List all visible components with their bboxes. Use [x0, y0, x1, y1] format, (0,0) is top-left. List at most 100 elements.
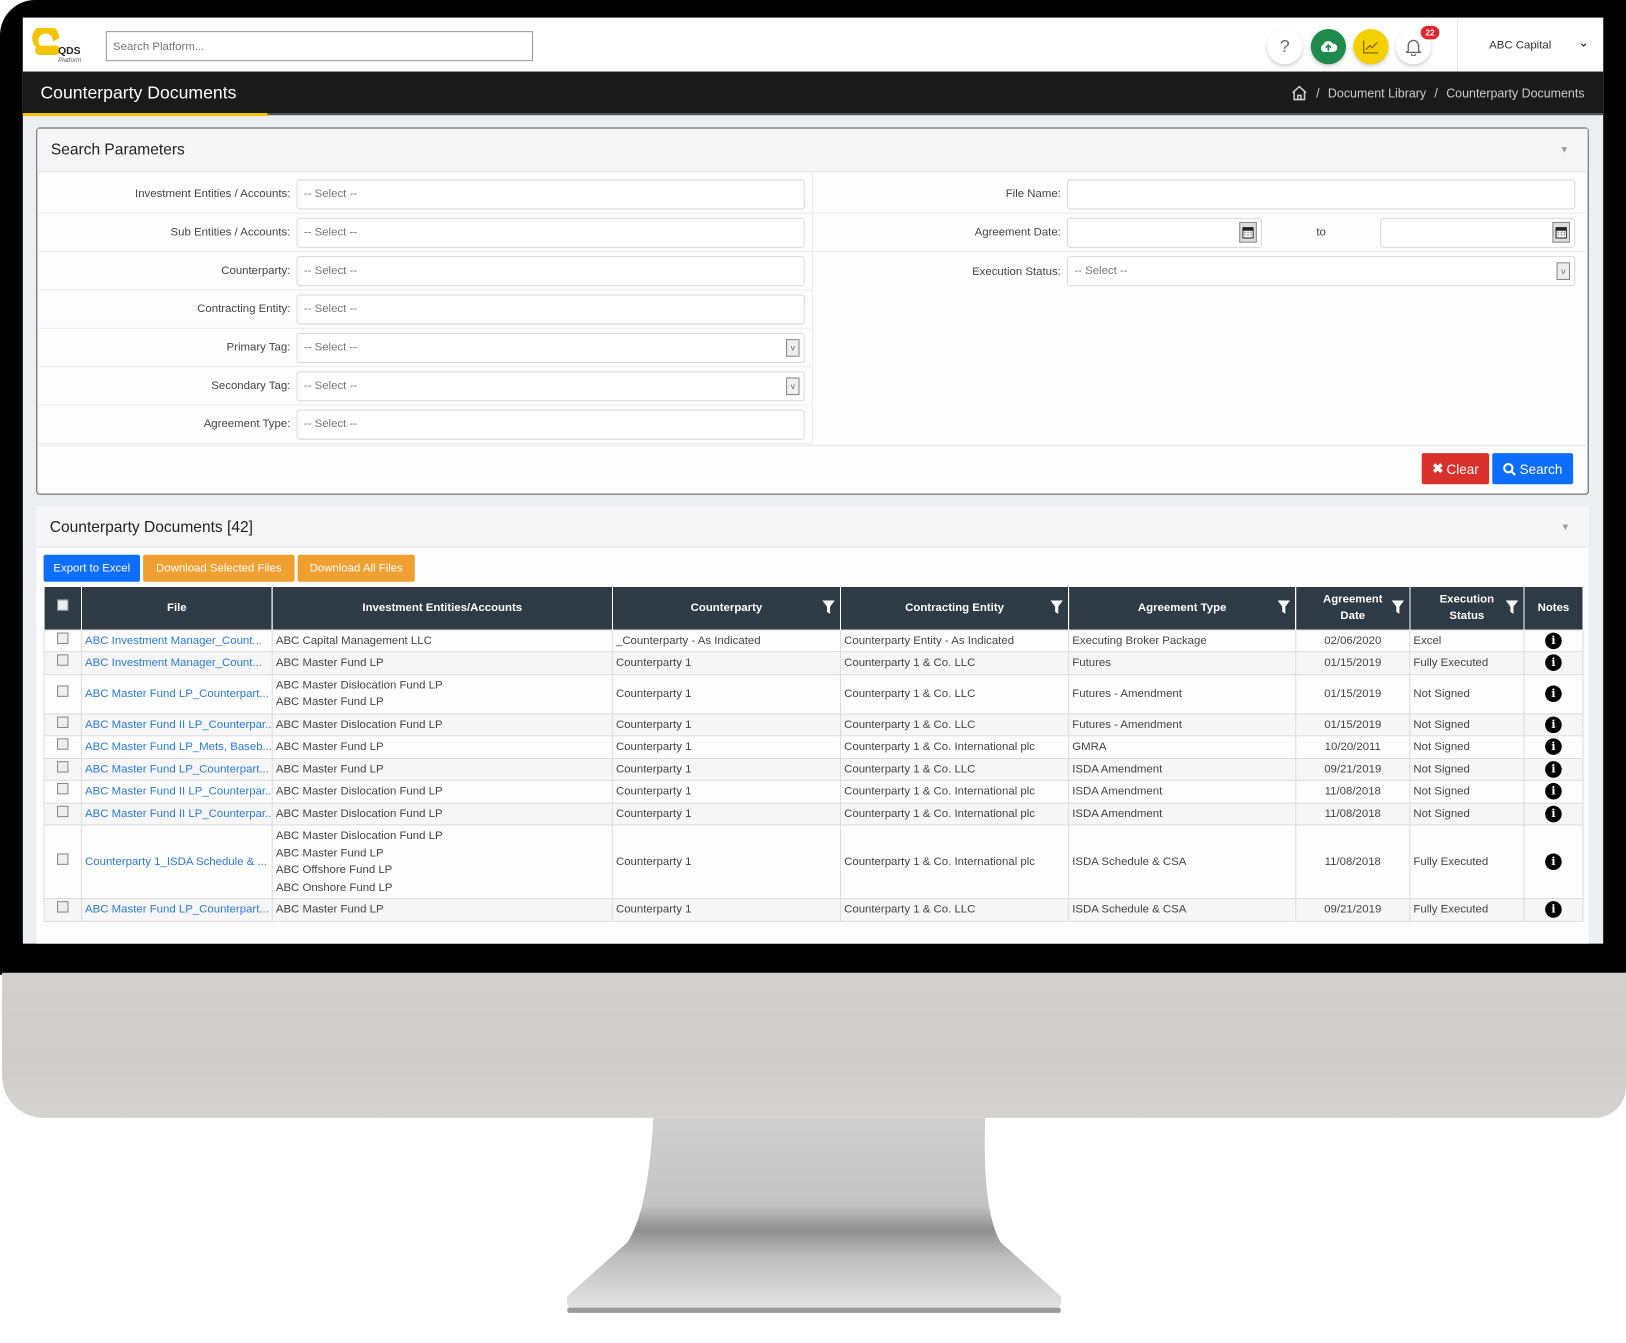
collapse-caret-icon[interactable]: ▼: [1561, 522, 1570, 532]
filter-select[interactable]: -- Select -- v: [296, 332, 805, 363]
chevron-down-icon[interactable]: v: [1556, 262, 1571, 280]
execution-status-select[interactable]: -- Select -- v: [1067, 256, 1576, 287]
filter-icon[interactable]: [1505, 600, 1519, 614]
notes-cell: i: [1523, 824, 1584, 900]
row-checkbox[interactable]: [57, 716, 69, 728]
info-icon[interactable]: i: [1545, 716, 1562, 733]
file-name-input[interactable]: [1067, 178, 1576, 209]
filter-select[interactable]: -- Select --: [296, 293, 805, 325]
agreement-date-to-input[interactable]: [1380, 217, 1576, 248]
file-link[interactable]: Counterparty 1_ISDA Schedule & ...: [80, 824, 273, 900]
table-row[interactable]: ABC Master Fund LP_Counterpart... ABC Ma…: [43, 673, 1584, 714]
filter-icon[interactable]: [822, 600, 835, 614]
info-icon[interactable]: i: [1545, 782, 1562, 800]
row-checkbox[interactable]: [57, 685, 69, 697]
file-link[interactable]: ABC Master Fund II LP_Counterpar...: [80, 779, 273, 804]
select-value: -- Select --: [303, 340, 358, 354]
agreement-type-cell: Futures - Amendment: [1068, 673, 1297, 714]
help-button[interactable]: ?: [1267, 29, 1303, 65]
info-icon[interactable]: i: [1545, 685, 1562, 702]
home-icon[interactable]: [1291, 85, 1308, 101]
agreement-date-cell: 01/15/2019: [1295, 673, 1411, 714]
agreement-type-cell: Futures - Amendment: [1068, 712, 1297, 737]
file-link[interactable]: ABC Investment Manager_Count...: [80, 628, 273, 653]
column-header[interactable]: Contracting Entity: [840, 586, 1070, 630]
download-selected-button[interactable]: Download Selected Files: [143, 554, 295, 582]
table-row[interactable]: ABC Master Fund LP_Counterpart... ABC Ma…: [43, 898, 1584, 922]
info-icon[interactable]: i: [1545, 853, 1562, 870]
search-platform-input[interactable]: [105, 31, 534, 62]
export-excel-button[interactable]: Export to Excel: [43, 554, 140, 582]
table-row[interactable]: Counterparty 1_ISDA Schedule & ... ABC M…: [43, 824, 1584, 900]
select-value: -- Select --: [303, 417, 358, 430]
column-header[interactable]: File: [81, 586, 273, 630]
upload-button[interactable]: [1310, 29, 1347, 65]
collapse-caret-icon[interactable]: ▼: [1560, 144, 1569, 154]
table-row[interactable]: ABC Investment Manager_Count... ABC Capi…: [43, 628, 1584, 653]
row-checkbox[interactable]: [57, 805, 69, 817]
table-row[interactable]: ABC Master Fund LP_Mets, Baseb... ABC Ma…: [43, 735, 1584, 759]
calendar-icon[interactable]: [1239, 221, 1257, 243]
file-link[interactable]: ABC Master Fund LP_Counterpart...: [80, 673, 273, 714]
agreement-type-cell: ISDA Schedule & CSA: [1068, 824, 1297, 900]
column-header[interactable]: Agreement Date: [1295, 586, 1411, 630]
filter-select[interactable]: -- Select --: [296, 255, 805, 286]
table-row[interactable]: ABC Master Fund II LP_Counterpar... ABC …: [43, 779, 1584, 804]
table-row[interactable]: ABC Master Fund LP_Counterpart... ABC Ma…: [43, 757, 1584, 781]
info-icon[interactable]: i: [1545, 654, 1562, 671]
info-icon[interactable]: i: [1545, 901, 1562, 918]
filter-select[interactable]: -- Select --: [296, 409, 805, 440]
file-link[interactable]: ABC Master Fund LP_Counterpart...: [80, 757, 273, 781]
agreement-date-from-input[interactable]: [1067, 217, 1263, 248]
column-header[interactable]: Counterparty: [612, 586, 842, 630]
entities-cell: ABC Master Fund LP: [271, 898, 613, 922]
column-header[interactable]: Agreement Type: [1068, 586, 1297, 630]
column-header[interactable]: Execution Status: [1409, 586, 1525, 630]
info-icon[interactable]: i: [1545, 632, 1562, 649]
search-parameters-header[interactable]: Search Parameters ▼: [37, 128, 1588, 173]
table-row[interactable]: ABC Investment Manager_Count... ABC Mast…: [43, 651, 1584, 675]
table-row[interactable]: ABC Master Fund II LP_Counterpar... ABC …: [43, 802, 1584, 826]
filter-select[interactable]: -- Select --: [296, 178, 805, 209]
breadcrumb-document-library[interactable]: Document Library: [1328, 86, 1426, 101]
info-icon[interactable]: i: [1545, 738, 1562, 755]
file-link[interactable]: ABC Master Fund II LP_Counterpar...: [80, 802, 273, 826]
row-checkbox-cell: [43, 824, 82, 900]
notes-cell: i: [1523, 779, 1584, 804]
file-link[interactable]: ABC Master Fund LP_Mets, Baseb...: [80, 735, 273, 759]
row-checkbox[interactable]: [57, 760, 69, 773]
entities-cell: ABC Master Dislocation Fund LP ABC Master…: [271, 673, 613, 714]
calendar-icon[interactable]: [1552, 221, 1571, 243]
file-link[interactable]: ABC Master Fund LP_Counterpart...: [80, 898, 273, 922]
table-row[interactable]: ABC Master Fund II LP_Counterpar... ABC …: [43, 712, 1584, 737]
documents-header[interactable]: Counterparty Documents [42] ▼: [36, 506, 1589, 548]
column-header[interactable]: Notes: [1523, 586, 1584, 630]
filter-select[interactable]: -- Select -- v: [296, 370, 805, 401]
search-button[interactable]: Search: [1492, 453, 1574, 485]
select-value: -- Select --: [303, 379, 358, 392]
filter-select[interactable]: -- Select --: [296, 217, 805, 248]
filter-icon[interactable]: [1277, 600, 1291, 614]
row-checkbox[interactable]: [57, 901, 69, 913]
file-link[interactable]: ABC Master Fund II LP_Counterpar...: [80, 712, 273, 737]
filter-icon[interactable]: [1050, 600, 1063, 614]
column-header[interactable]: Investment Entities/Accounts: [272, 586, 613, 630]
info-icon[interactable]: i: [1545, 760, 1562, 778]
row-checkbox[interactable]: [57, 782, 69, 795]
analytics-button[interactable]: [1353, 29, 1389, 65]
filter-icon[interactable]: [1391, 600, 1405, 614]
info-icon[interactable]: i: [1545, 805, 1562, 822]
row-checkbox[interactable]: [57, 738, 69, 750]
chevron-down-icon[interactable]: v: [786, 338, 800, 357]
clear-button[interactable]: ✖ Clear: [1421, 453, 1490, 485]
user-account-menu[interactable]: ABC Capital: [1489, 39, 1551, 51]
row-checkbox[interactable]: [57, 853, 69, 865]
row-checkbox-cell: [43, 757, 82, 781]
row-checkbox[interactable]: [57, 654, 69, 666]
chevron-down-icon[interactable]: ⌄: [1578, 35, 1588, 50]
select-all-checkbox[interactable]: [56, 599, 69, 612]
file-link[interactable]: ABC Investment Manager_Count...: [80, 651, 273, 675]
download-all-button[interactable]: Download All Files: [297, 554, 415, 582]
chevron-down-icon[interactable]: v: [786, 376, 800, 395]
row-checkbox[interactable]: [57, 632, 69, 644]
